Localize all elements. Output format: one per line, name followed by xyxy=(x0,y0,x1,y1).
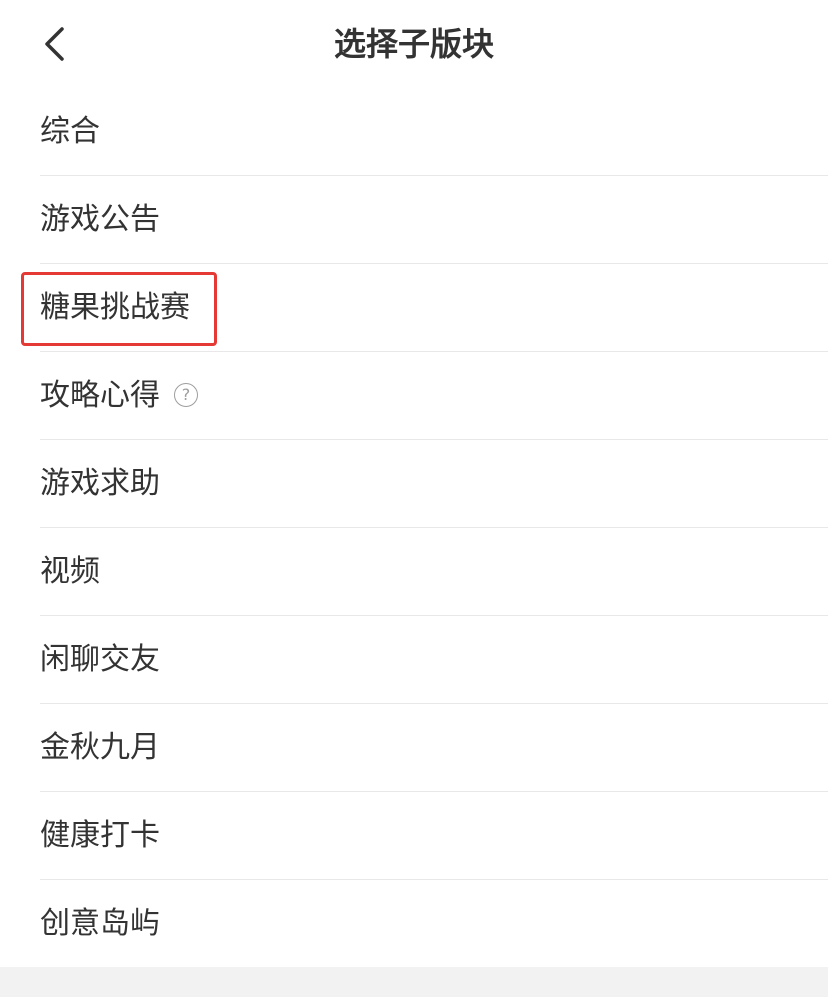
sub-board-item-candy-challenge[interactable]: 糖果挑战赛 xyxy=(0,264,828,352)
question-mark-icon[interactable]: ? xyxy=(174,383,198,407)
sub-board-label: 综合 xyxy=(40,114,100,149)
sub-board-item-announcements[interactable]: 游戏公告 xyxy=(0,176,828,264)
chevron-left-icon xyxy=(45,27,64,61)
sub-board-item-autumn[interactable]: 金秋九月 xyxy=(0,704,828,792)
back-button[interactable] xyxy=(30,16,82,72)
sub-board-label: 闲聊交友 xyxy=(40,642,160,677)
sub-board-item-guides[interactable]: 攻略心得 ? xyxy=(0,352,828,440)
sub-board-label: 游戏公告 xyxy=(40,202,160,237)
page-title: 选择子版块 xyxy=(333,25,494,63)
sub-board-picker-screen: 选择子版块 综合 游戏公告 糖果挑战赛 攻略心得 ? 游戏求助 视频 闲聊交友 xyxy=(0,0,828,967)
sub-board-item-health-checkin[interactable]: 健康打卡 xyxy=(0,792,828,880)
sub-board-item-video[interactable]: 视频 xyxy=(0,528,828,616)
sub-board-item-general[interactable]: 综合 xyxy=(0,88,828,176)
sub-board-label: 健康打卡 xyxy=(40,818,160,853)
sub-board-label: 游戏求助 xyxy=(40,466,160,501)
sub-board-label: 创意岛屿 xyxy=(40,906,160,941)
sub-board-label: 糖果挑战赛 xyxy=(40,290,190,325)
sub-board-item-chat[interactable]: 闲聊交友 xyxy=(0,616,828,704)
sub-board-label: 金秋九月 xyxy=(40,730,160,765)
sub-board-list: 综合 游戏公告 糖果挑战赛 攻略心得 ? 游戏求助 视频 闲聊交友 金秋九月 健… xyxy=(0,88,828,968)
sub-board-label: 攻略心得 xyxy=(40,378,160,413)
sub-board-label: 视频 xyxy=(40,554,100,589)
sub-board-item-creative-island[interactable]: 创意岛屿 xyxy=(0,880,828,968)
sub-board-item-help[interactable]: 游戏求助 xyxy=(0,440,828,528)
header: 选择子版块 xyxy=(0,0,828,88)
